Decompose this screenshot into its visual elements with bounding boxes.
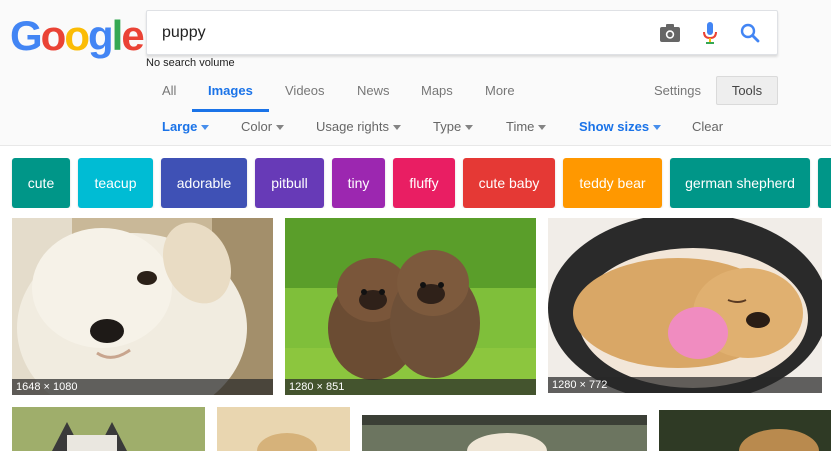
search-tabs: All Images Videos News Maps More Setting… (0, 76, 831, 112)
tools-button[interactable]: Tools (716, 76, 778, 105)
search-volume-note: No search volume (146, 57, 235, 69)
image-dimensions: 1280 × 772 (548, 377, 822, 393)
puppy-image (217, 407, 350, 451)
chip-pitbull[interactable]: pitbull (255, 158, 324, 208)
chip-cute-baby[interactable]: cute baby (463, 158, 555, 208)
chip-adorable[interactable]: adorable (161, 158, 247, 208)
microphone-icon[interactable] (698, 21, 722, 45)
image-result[interactable] (217, 407, 350, 451)
tab-maps[interactable]: Maps (421, 83, 453, 98)
search-input[interactable] (162, 11, 642, 54)
image-result[interactable]: 1648 × 1080 (12, 218, 273, 395)
search-tools-filters: Large Color Usage rights Type Time Show … (0, 112, 831, 142)
filter-show-sizes[interactable]: Show sizes (579, 119, 662, 134)
puppy-image (285, 218, 536, 395)
chevron-down-icon (276, 125, 285, 131)
image-result[interactable]: 1280 × 772 (548, 218, 822, 393)
image-dimensions: 1648 × 1080 (12, 379, 273, 395)
filter-type[interactable]: Type (433, 119, 474, 134)
puppy-image (12, 407, 205, 451)
filter-usage-rights[interactable]: Usage rights (316, 119, 401, 134)
puppy-image (659, 410, 831, 451)
logo-letter: G (10, 12, 43, 59)
logo-letter: e (121, 12, 144, 59)
image-dimensions: 1280 × 851 (285, 379, 536, 395)
search-icon[interactable] (738, 21, 762, 45)
filter-label: Type (433, 119, 462, 134)
chevron-down-icon (653, 125, 662, 131)
puppy-image (362, 415, 647, 451)
chevron-down-icon (465, 125, 474, 131)
clear-filters-link[interactable]: Clear (692, 119, 723, 134)
image-result[interactable] (362, 415, 647, 451)
filter-color[interactable]: Color (241, 119, 285, 134)
filter-size[interactable]: Large (162, 119, 210, 134)
logo-letter: l (111, 12, 124, 59)
filter-label: Time (506, 119, 535, 134)
image-result[interactable] (12, 407, 205, 451)
chip-overflow[interactable] (818, 158, 831, 208)
chip-cute[interactable]: cute (12, 158, 70, 208)
filter-label: Color (241, 119, 273, 134)
logo-letter: g (87, 12, 114, 59)
filter-label: Show sizes (579, 119, 650, 134)
header: Google No search volume (0, 0, 831, 146)
google-logo[interactable]: Google (10, 12, 145, 60)
filter-label: Large (162, 119, 198, 134)
logo-letter: o (40, 12, 67, 59)
image-result[interactable]: 1280 × 851 (285, 218, 536, 395)
tab-news[interactable]: News (357, 83, 390, 98)
image-result[interactable] (659, 410, 831, 451)
puppy-image (548, 218, 822, 393)
puppy-image (12, 218, 273, 395)
related-search-chips: cute teacup adorable pitbull tiny fluffy… (0, 158, 831, 208)
chip-german-shepherd[interactable]: german shepherd (670, 158, 810, 208)
tab-videos[interactable]: Videos (285, 83, 325, 98)
chevron-down-icon (392, 125, 401, 131)
filter-label: Usage rights (316, 119, 389, 134)
chip-teacup[interactable]: teacup (78, 158, 153, 208)
chevron-down-icon (538, 125, 547, 131)
tab-more[interactable]: More (485, 83, 515, 98)
settings-link[interactable]: Settings (654, 83, 701, 98)
chevron-down-icon (201, 125, 210, 131)
search-box (146, 10, 778, 55)
filter-time[interactable]: Time (506, 119, 547, 134)
chip-fluffy[interactable]: fluffy (393, 158, 455, 208)
chip-teddy-bear[interactable]: teddy bear (563, 158, 662, 208)
camera-icon[interactable] (658, 21, 682, 45)
tab-images[interactable]: Images (208, 83, 253, 98)
tab-all[interactable]: All (162, 83, 176, 98)
logo-letter: o (64, 12, 90, 59)
chip-tiny[interactable]: tiny (332, 158, 385, 208)
